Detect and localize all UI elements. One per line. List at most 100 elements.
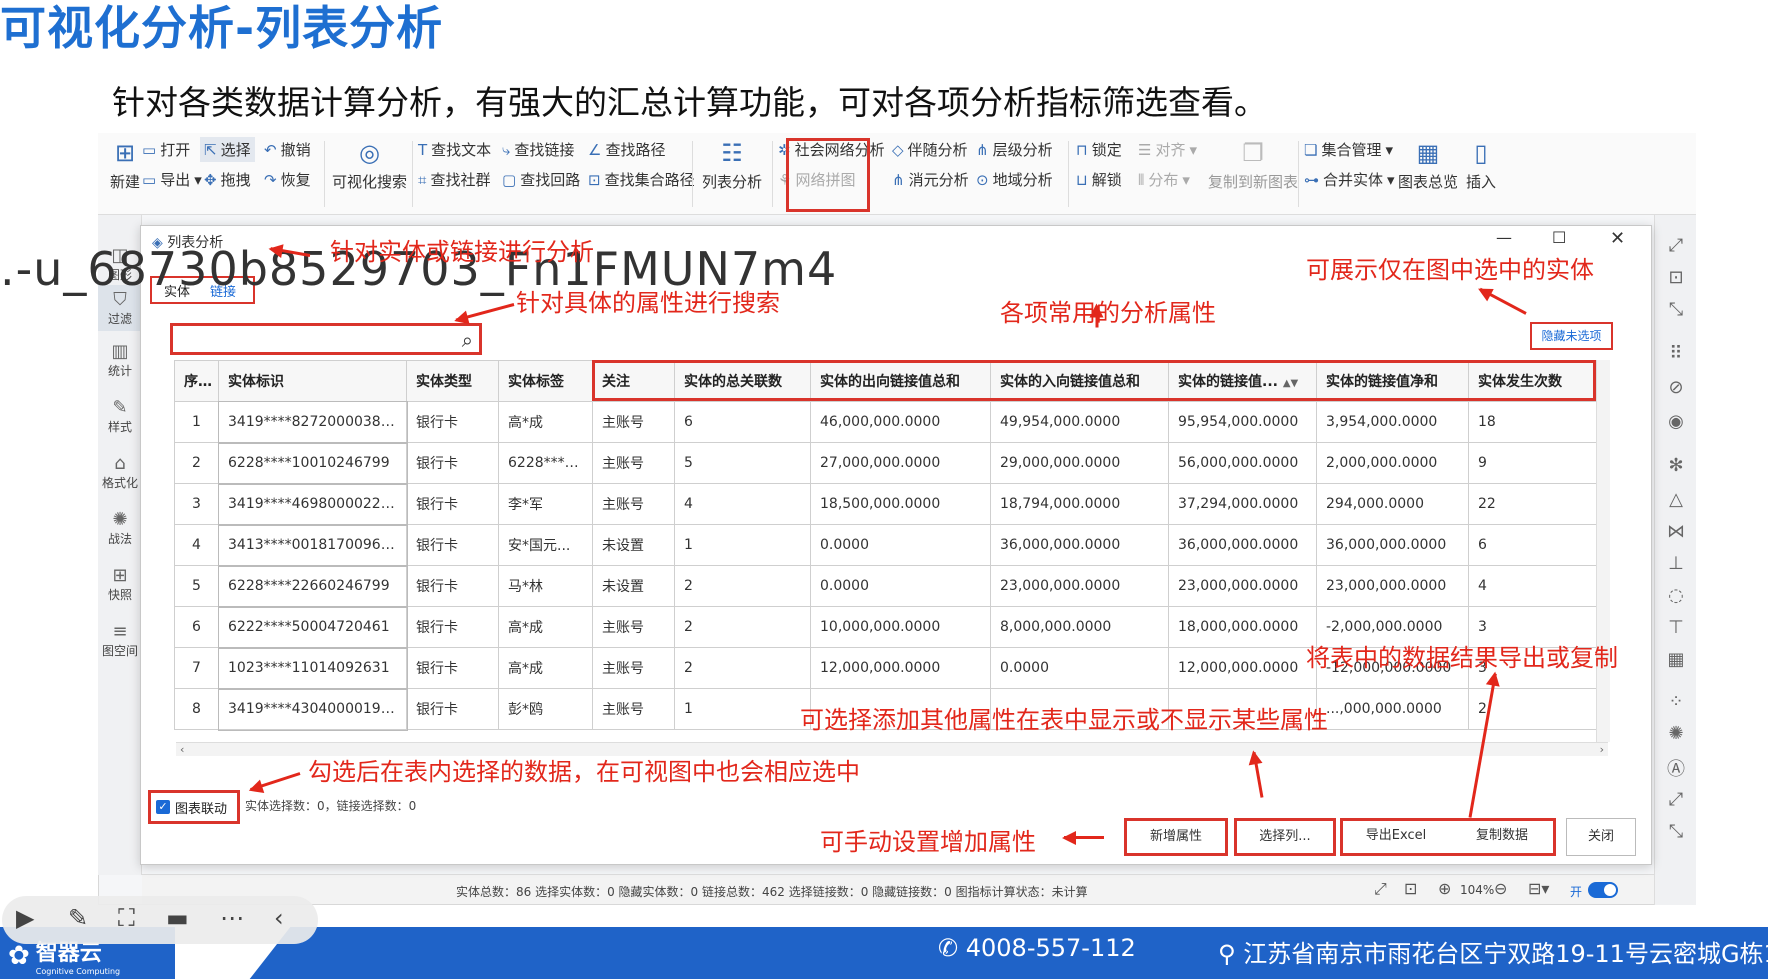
export-excel-button[interactable]: 导出Excel <box>1346 821 1446 853</box>
toggle-switch[interactable] <box>1588 882 1618 898</box>
zoom-out-icon[interactable]: ⊖ <box>1494 879 1507 898</box>
set-manage-button[interactable]: ❏ 集合管理 ▾ <box>1304 139 1393 160</box>
screenshot-icon[interactable]: ⛶ <box>118 904 135 932</box>
eye-icon[interactable]: ◉ <box>1655 411 1697 432</box>
pen-icon[interactable]: ✎ <box>68 904 88 932</box>
zoom-in-icon[interactable]: ⊕ <box>1438 879 1451 898</box>
find-set-path-button[interactable]: ⊡ 查找集合路径 <box>588 169 695 190</box>
distribute-button[interactable]: ⫴ 分布 ▾ <box>1138 169 1190 190</box>
column-header-sorted[interactable]: 实体的链接值... ▲▼ <box>1168 360 1317 402</box>
vertical-scrollbar[interactable] <box>1596 360 1610 742</box>
abc-icon[interactable]: Ⓐ <box>1655 755 1697 781</box>
collapse-icon[interactable]: ‹ <box>274 904 284 932</box>
add-attribute-button[interactable]: 新增属性 <box>1124 818 1228 856</box>
layout-tree-icon[interactable]: ⋈ <box>1655 521 1697 542</box>
drag-button[interactable]: ✥ 拖拽 <box>204 169 251 190</box>
table-row[interactable]: 2 6228****10010246799 银行卡 6228****... 主账号 5 27… <box>174 441 1607 485</box>
select-button[interactable]: ⇱ 选择 <box>200 137 255 162</box>
table-row[interactable]: 3 3419****4698000022209 银行卡 李*军 主账号 4 18,500,0… <box>174 482 1607 526</box>
sidebar-item-tactic[interactable]: ✺ 战法 <box>98 509 142 547</box>
column-header[interactable]: 关注 <box>592 360 675 402</box>
lock-button[interactable]: ⊓ 锁定 <box>1076 139 1122 160</box>
new-button[interactable]: ⊞ 新建 <box>110 139 140 192</box>
elimination-analysis-button[interactable]: ⋔ 消元分析 <box>892 169 969 190</box>
column-header[interactable]: 序号 <box>174 360 219 402</box>
find-path-button[interactable]: ∠ 查找路径 <box>588 139 665 160</box>
sidebar-item-snapshot[interactable]: ⊞ 快照 <box>98 565 142 603</box>
hide-unselected-button[interactable]: 隐藏未选项 <box>1530 322 1613 350</box>
frame-icon[interactable]: ⊡ <box>1404 879 1417 898</box>
more-icon[interactable]: ⋯ <box>220 904 244 932</box>
column-header[interactable]: 实体的链接值净和 <box>1316 360 1469 402</box>
redo-button[interactable]: ↷ 恢复 <box>264 169 311 190</box>
play-icon[interactable]: ▶ <box>16 904 34 932</box>
layout-triangle-icon[interactable]: △ <box>1655 489 1697 510</box>
scroll-right-icon[interactable]: › <box>1600 743 1604 756</box>
edit-icon[interactable]: ⤢ <box>1655 235 1697 256</box>
resize-icon[interactable]: ⤡ <box>1655 299 1697 320</box>
minimize-button[interactable]: — <box>1496 228 1512 247</box>
layout-hierarchy-icon[interactable]: ⊥ <box>1655 553 1697 574</box>
find-link-button[interactable]: ⤷ 查找链接 <box>502 139 574 160</box>
sidebar-item-format[interactable]: ⌂ 格式化 <box>98 453 142 491</box>
column-header[interactable]: 实体发生次数 <box>1468 360 1607 402</box>
layout-org-icon[interactable]: ⊤ <box>1655 617 1697 638</box>
merge-entity-button[interactable]: ⊶ 合并实体 ▾ <box>1304 169 1395 190</box>
hide-icon[interactable]: ⊘ <box>1655 377 1697 398</box>
shrink-icon[interactable]: ⤡ <box>1655 821 1697 842</box>
column-header[interactable]: 实体的入向链接值总和 <box>990 360 1169 402</box>
ribbon-divider <box>412 141 413 207</box>
close-icon[interactable]: ✕ <box>1610 228 1625 249</box>
expand-icon[interactable]: ⤢ <box>1655 789 1697 810</box>
layout-circle-icon[interactable]: ◌ <box>1655 585 1697 606</box>
fit-icon[interactable]: ⤢ <box>1374 879 1387 899</box>
export-button[interactable]: ▭ 导出 ▾ <box>142 169 202 190</box>
social-network-button[interactable]: ✲ 社会网络分析 <box>778 139 885 160</box>
chart-link-checkbox[interactable]: ✓ 图表联动 <box>148 790 240 824</box>
layout-grid-icon[interactable]: ▦ <box>1655 649 1697 670</box>
column-header[interactable]: 实体类型 <box>406 360 499 402</box>
sidebar-item-stats[interactable]: ▥ 统计 <box>98 341 142 379</box>
select-columns-button[interactable]: 选择列... <box>1234 818 1336 856</box>
layout-star-icon[interactable]: ✺ <box>1655 723 1697 744</box>
table-row[interactable]: 1 3419****8272000038209 银行卡 高*成 主账号 6 46,000,0… <box>174 400 1607 444</box>
region-analysis-button[interactable]: ⊙ 地域分析 <box>976 169 1053 190</box>
camera-icon[interactable]: ▬ <box>166 904 189 932</box>
insert-button[interactable]: ▯ 插入 <box>1466 139 1496 192</box>
find-community-button[interactable]: ⌗ 查找社群 <box>418 169 490 190</box>
open-button[interactable]: ▭ 打开 <box>142 139 190 160</box>
list-analysis-button[interactable]: ☷ 列表分析 <box>702 139 762 192</box>
sidebar-item-style[interactable]: ✎ 样式 <box>98 397 142 435</box>
companion-analysis-button[interactable]: ◇ 伴随分析 <box>892 139 968 160</box>
find-text-button[interactable]: T 查找文本 <box>418 139 491 160</box>
focus-icon[interactable]: ⊡ <box>1655 267 1697 288</box>
align-button[interactable]: ☰ 对齐 ▾ <box>1138 139 1197 160</box>
table-row[interactable]: 4 3413****0018170096843 银行卡 安*国元... 未设置 1 0.00… <box>174 523 1607 567</box>
visual-search-button[interactable]: ◎ 可视化搜索 <box>332 139 407 192</box>
layout-radial-icon[interactable]: ✻ <box>1655 455 1697 476</box>
hierarchy-analysis-button[interactable]: ⋔ 层级分析 <box>976 139 1053 160</box>
snapshot-icon: ⊞ <box>112 565 128 586</box>
maximize-button[interactable]: ☐ <box>1552 228 1566 247</box>
column-header[interactable]: 实体标签 <box>498 360 593 402</box>
column-header[interactable]: 实体的总关联数 <box>674 360 811 402</box>
view-mode-icon[interactable]: ⊟▾ <box>1528 879 1549 898</box>
scroll-left-icon[interactable]: ‹ <box>180 743 184 756</box>
copy-to-new-chart-button[interactable]: ❐ 复制到新图表 <box>1208 139 1298 192</box>
find-loop-button[interactable]: ▢ 查找回路 <box>502 169 580 190</box>
chart-overview-button[interactable]: ▦ 图表总览 <box>1398 139 1458 192</box>
layout-scatter-icon[interactable]: ⁘ <box>1655 691 1697 712</box>
copy-data-button[interactable]: 复制数据 <box>1452 821 1552 853</box>
grid-icon[interactable]: ⠿ <box>1655 343 1697 364</box>
table-cell: 18 <box>1468 401 1607 443</box>
search-icon[interactable]: ⌕ <box>462 328 473 352</box>
sidebar-item-graph-space[interactable]: ≡ 图空间 <box>98 621 142 659</box>
network-merge-button[interactable]: ⚘ 网络拼图 <box>778 169 855 190</box>
unlock-button[interactable]: ⊔ 解锁 <box>1076 169 1122 190</box>
search-input[interactable] <box>179 329 439 349</box>
close-button[interactable]: 关闭 <box>1566 818 1636 856</box>
table-row[interactable]: 5 6228****22660246799 银行卡 马*林 未设置 2 0.0000 23,0… <box>174 564 1607 608</box>
column-header[interactable]: 实体标识 <box>218 360 407 402</box>
column-header[interactable]: 实体的出向链接值总和 <box>810 360 991 402</box>
undo-button[interactable]: ↶ 撤销 <box>264 139 311 160</box>
